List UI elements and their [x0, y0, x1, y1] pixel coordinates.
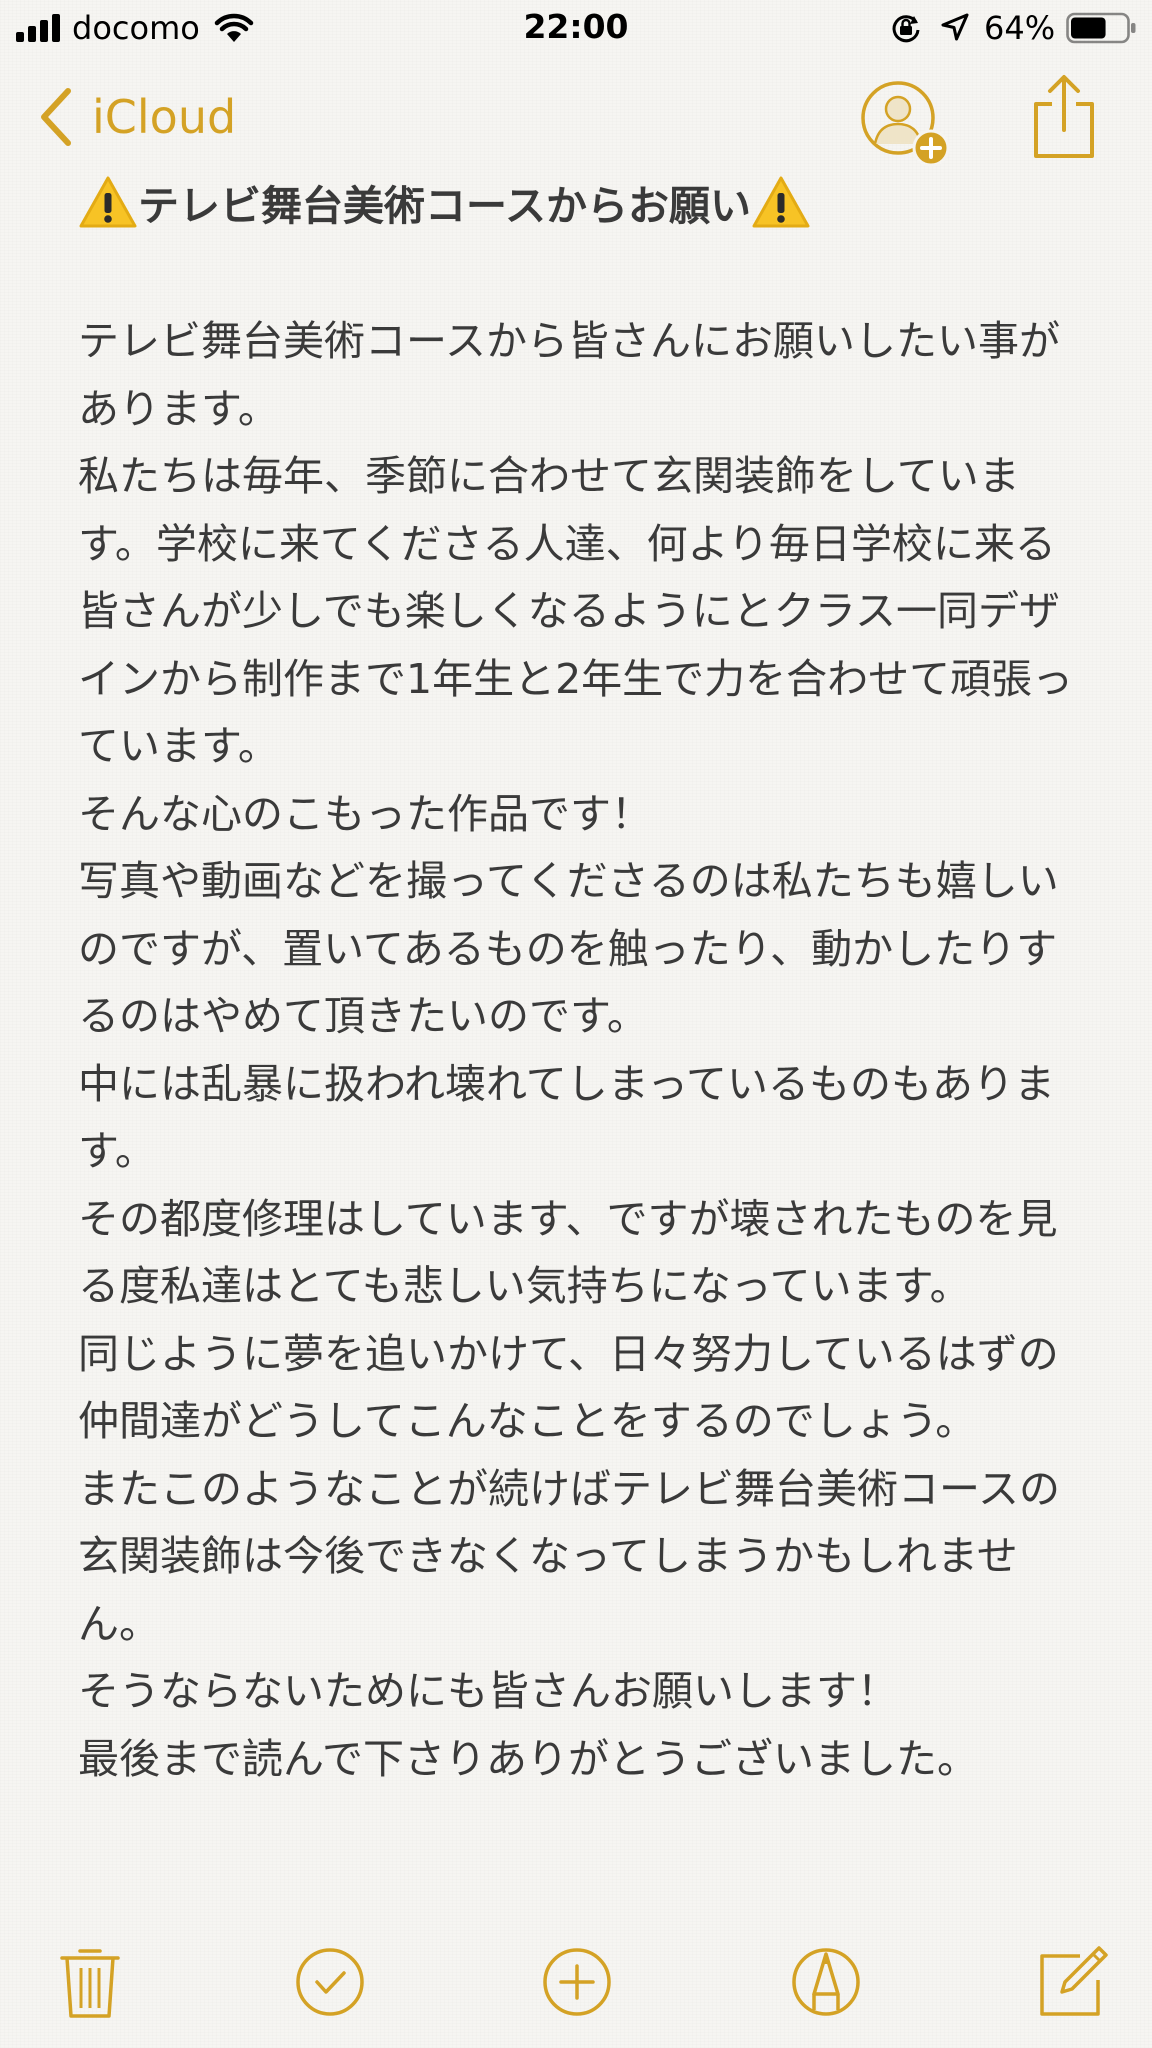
status-time: 22:00 [523, 7, 629, 46]
status-bar: docomo 22:00 64% [0, 0, 1152, 58]
markup-icon[interactable] [786, 1942, 866, 2022]
orientation-lock-icon [892, 15, 920, 43]
note-content[interactable]: テレビ舞台美術コースからお願い テレビ舞台美術コースから皆さんにお願いしたい事が… [78, 172, 1078, 1793]
add-person-icon[interactable] [858, 78, 958, 174]
trash-icon[interactable] [50, 1942, 130, 2022]
note-body: テレビ舞台美術コースから皆さんにお願いしたい事があります。 私たちは毎年、季節に… [78, 317, 1074, 1783]
chevron-left-icon [41, 88, 71, 146]
cellular-signal-icon [16, 14, 64, 42]
note-title-text: テレビ舞台美術コースからお願い [138, 182, 751, 230]
warning-icon [752, 176, 810, 228]
location-arrow-icon [941, 13, 969, 41]
checklist-icon[interactable] [290, 1942, 370, 2022]
navigation-bar: iCloud [0, 58, 1152, 174]
back-label: iCloud [92, 90, 237, 144]
add-icon[interactable] [537, 1942, 617, 2022]
back-button[interactable]: iCloud [36, 82, 236, 152]
warning-icon [79, 176, 137, 228]
battery-percent: 64% [984, 9, 1056, 47]
share-icon[interactable] [1030, 72, 1098, 162]
wifi-icon [214, 13, 254, 42]
battery-icon [1066, 12, 1136, 44]
bottom-toolbar [0, 1930, 1152, 2048]
compose-icon[interactable] [1032, 1942, 1112, 2022]
carrier-name: docomo [72, 9, 200, 47]
note-title: テレビ舞台美術コースからお願い [78, 172, 1078, 240]
